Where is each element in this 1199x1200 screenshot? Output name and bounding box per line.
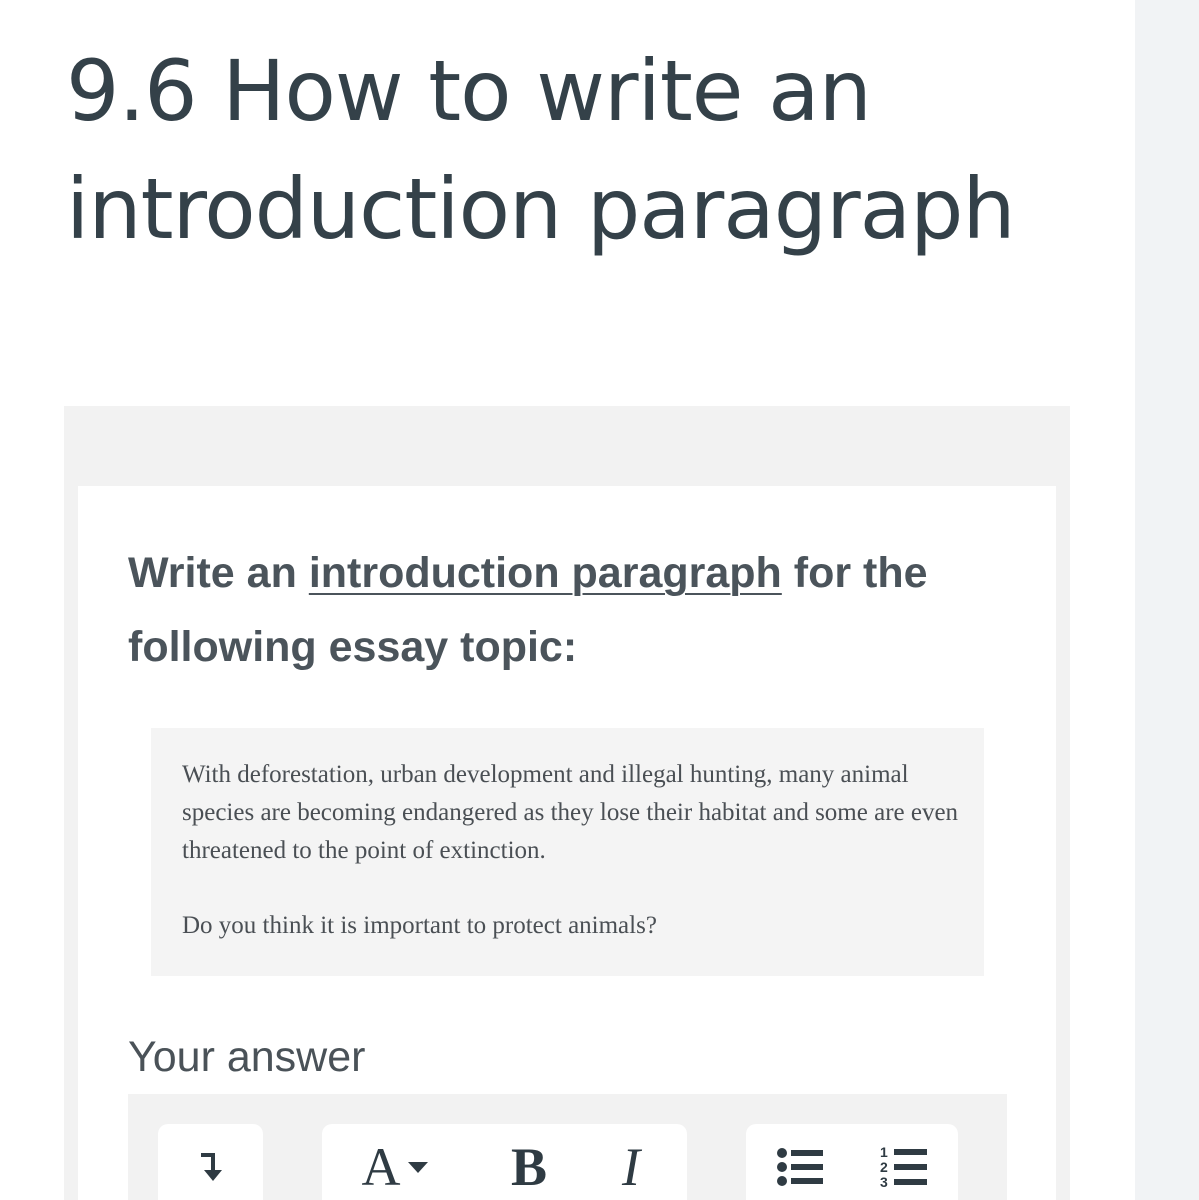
- bold-button[interactable]: B: [496, 1134, 562, 1200]
- page-title: 9.6 How to write an introduction paragra…: [66, 42, 1016, 258]
- numbered-list-icon: 1 2 3: [879, 1144, 929, 1190]
- question-prompt: Write an introduction paragraph for the …: [128, 536, 1028, 684]
- answer-label: Your answer: [128, 1033, 366, 1081]
- svg-text:3: 3: [880, 1174, 888, 1190]
- essay-topic-passage: With deforestation, urban development an…: [182, 761, 959, 864]
- italic-label: I: [622, 1137, 640, 1197]
- font-style-dropdown[interactable]: A: [345, 1134, 445, 1200]
- svg-text:1: 1: [880, 1144, 888, 1160]
- bold-label: B: [510, 1137, 548, 1197]
- introduction-paragraph-link[interactable]: introduction paragraph: [309, 549, 782, 597]
- indent-button[interactable]: [176, 1134, 246, 1200]
- font-label: A: [361, 1137, 401, 1197]
- prompt-text-before: Write an: [128, 549, 309, 597]
- bulleted-list-icon: [776, 1146, 824, 1188]
- svg-text:2: 2: [880, 1159, 888, 1175]
- chevron-down-icon: [407, 1160, 429, 1174]
- bulleted-list-button[interactable]: [768, 1134, 832, 1200]
- italic-button[interactable]: I: [600, 1134, 662, 1200]
- numbered-list-button[interactable]: 1 2 3: [872, 1134, 936, 1200]
- indent-arrow-icon: [198, 1150, 224, 1184]
- right-sidebar: [1135, 0, 1199, 1200]
- page: 9.6 How to write an introduction paragra…: [0, 0, 1199, 1200]
- essay-topic-question: Do you think it is important to protect …: [182, 912, 657, 939]
